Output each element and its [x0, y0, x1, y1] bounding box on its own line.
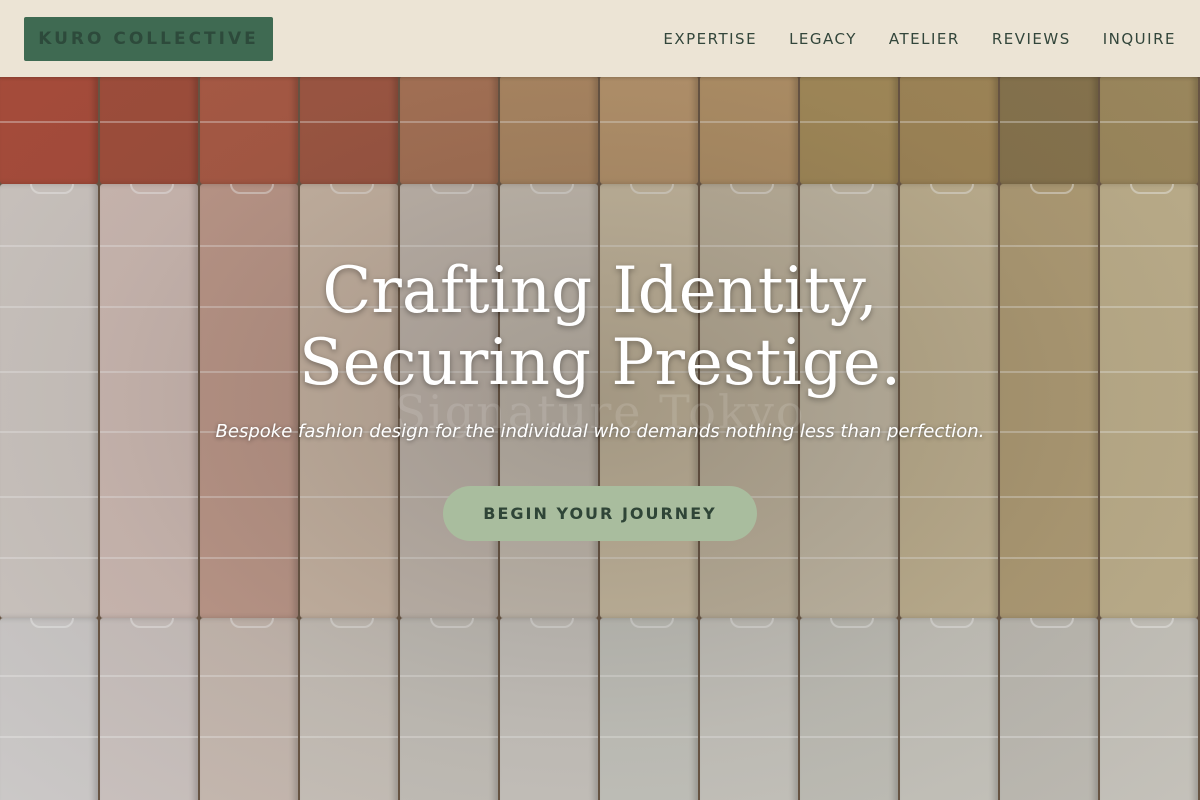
nav-item-inquire[interactable]: INQUIRE: [1103, 30, 1176, 48]
hero-headline-line-1: Crafting Identity,: [322, 254, 878, 328]
hero-ghost-text: Signature Tokyo: [394, 385, 806, 439]
hero-content: Signature Tokyo Crafting Identity, Secur…: [0, 255, 1200, 541]
nav-item-legacy[interactable]: LEGACY: [789, 30, 857, 48]
nav-item-reviews[interactable]: REVIEWS: [992, 30, 1071, 48]
nav-item-expertise[interactable]: EXPERTISE: [663, 30, 757, 48]
brand-logo[interactable]: KURO COLLECTIVE: [24, 16, 273, 61]
hero-headline: Crafting Identity, Securing Prestige.: [0, 255, 1200, 399]
begin-journey-button[interactable]: BEGIN YOUR JOURNEY: [443, 486, 757, 541]
main-nav: EXPERTISE LEGACY ATELIER REVIEWS INQUIRE: [663, 30, 1176, 48]
site-header: KURO COLLECTIVE EXPERTISE LEGACY ATELIER…: [0, 0, 1200, 77]
nav-item-atelier[interactable]: ATELIER: [889, 30, 960, 48]
